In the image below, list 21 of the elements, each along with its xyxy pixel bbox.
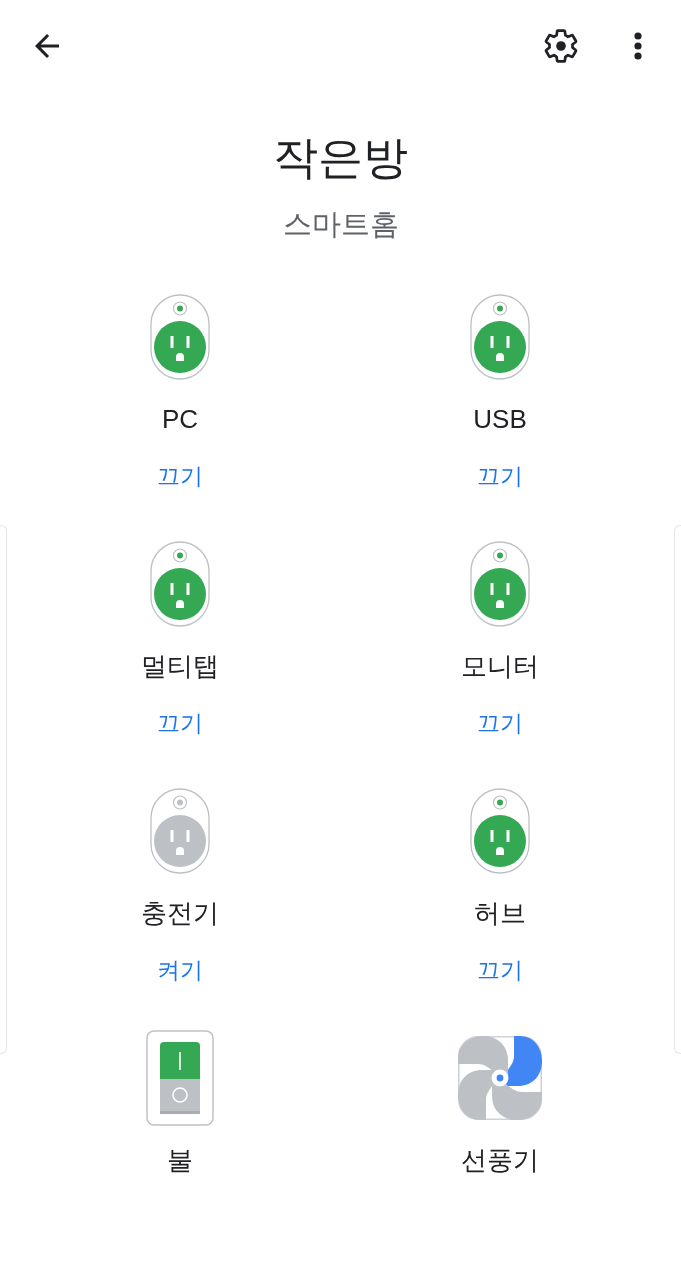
device-name: 허브 <box>474 897 526 930</box>
settings-icon[interactable] <box>544 29 578 63</box>
fan-icon <box>458 1036 542 1120</box>
device-name: 모니터 <box>461 650 539 683</box>
power-toggle-button[interactable]: 끄기 <box>473 460 527 492</box>
device-name: PC <box>161 403 199 436</box>
power-toggle-button[interactable]: 끄기 <box>473 707 527 739</box>
power-toggle-button[interactable]: 끄기 <box>473 954 527 986</box>
home-name: 스마트홈 <box>282 207 399 242</box>
device-name: 불 <box>167 1144 193 1177</box>
device-name: USB <box>473 403 527 436</box>
device-name: 선풍기 <box>461 1144 539 1177</box>
power-toggle-button[interactable]: 끄기 <box>153 707 207 739</box>
power-toggle-button[interactable]: 끄기 <box>153 460 207 492</box>
more-options-icon[interactable] <box>634 32 642 60</box>
back-arrow-icon[interactable] <box>35 34 59 58</box>
power-toggle-button[interactable]: 켜기 <box>153 954 207 986</box>
device-name: 멀티탭 <box>141 650 219 683</box>
rocker-switch-icon <box>146 1030 214 1126</box>
device-name: 충전기 <box>141 897 219 930</box>
room-title: 작은방 <box>273 132 408 184</box>
